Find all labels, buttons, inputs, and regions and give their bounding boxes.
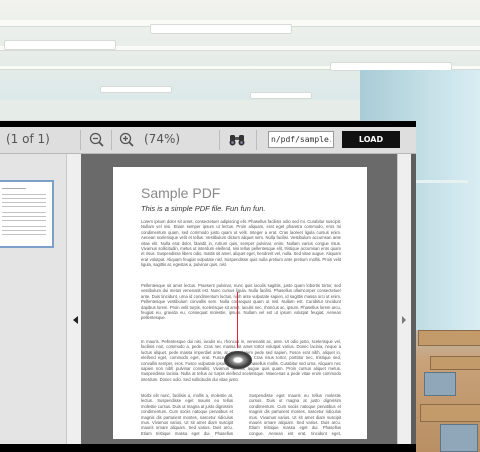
document-paragraph: Pellentesque sit amet lectus. Praesent p… <box>141 283 341 321</box>
sidebar-toggle[interactable] <box>66 154 82 444</box>
vr-controller-cursor <box>224 351 252 369</box>
document-pane[interactable]: Sample PDF This is a simple PDF file. Fu… <box>81 154 397 444</box>
thumb-text-line <box>2 234 46 235</box>
thumb-text-line <box>2 206 46 207</box>
thumb-text-line <box>2 216 46 217</box>
thumb-text-line <box>2 188 26 189</box>
thumb-text-line <box>2 194 46 195</box>
vr-pointer-laser <box>237 292 238 348</box>
chair <box>440 424 478 452</box>
document-column-right: Suspendisse eget mauris eu tellus molest… <box>249 393 341 437</box>
zoom-level: (74%) <box>144 132 181 146</box>
zoom-in-button[interactable] <box>117 130 137 150</box>
document-paragraph: Lorem ipsum dolor sit amet, consectetuer… <box>141 219 341 268</box>
thumb-text-line <box>2 202 46 203</box>
zoom-out-button[interactable] <box>87 130 107 150</box>
thumb-text-line <box>2 230 46 231</box>
binoculars-icon <box>229 135 245 146</box>
ceiling-light <box>250 92 312 99</box>
thumb-text-line <box>2 198 46 199</box>
toolbar-separator <box>219 130 220 150</box>
thumbnail-sidebar[interactable] <box>0 154 66 444</box>
page-thumbnail[interactable] <box>0 180 54 248</box>
zoom-in-icon <box>119 132 134 147</box>
viewer-content: Sample PDF This is a simple PDF file. Fu… <box>0 154 416 444</box>
ceiling-light <box>100 86 172 93</box>
document-title: Sample PDF <box>141 185 221 201</box>
thumb-text-line <box>2 212 46 213</box>
thumb-text-line <box>2 226 46 227</box>
viewer-bottom-frame <box>0 444 416 452</box>
zoom-out-icon <box>89 132 104 147</box>
desk <box>430 356 480 370</box>
desk <box>420 404 480 422</box>
right-scroll-bar[interactable] <box>397 154 411 444</box>
document-subtitle: This is a simple PDF file. Fun fun fun. <box>141 204 266 213</box>
chair <box>424 372 456 396</box>
thumb-text-line <box>2 220 46 221</box>
load-button[interactable]: LOAD <box>342 131 400 148</box>
toolbar-separator <box>256 130 257 150</box>
pdf-page: Sample PDF This is a simple PDF file. Fu… <box>113 167 367 439</box>
page-indicator: (1 of 1) <box>6 132 50 146</box>
document-column-left: Morbi elit nunc, facilisis a, mollis a, … <box>141 393 233 437</box>
viewer-toolbar: (1 of 1) (74%) n/pdf/sample.pdf LOAD <box>0 127 416 154</box>
expand-arrow-icon[interactable] <box>402 316 406 324</box>
ceiling-light <box>4 40 116 50</box>
pdf-viewer-window: (1 of 1) (74%) n/pdf/sample.pdf LOAD Sam… <box>0 121 416 452</box>
desk <box>418 330 480 346</box>
pdf-url-input[interactable] <box>268 131 334 148</box>
ceiling-light <box>150 24 292 34</box>
find-button[interactable] <box>227 130 247 150</box>
toolbar-separator <box>80 130 81 150</box>
toolbar-separator <box>111 130 112 150</box>
collapse-sidebar-arrow-icon[interactable] <box>73 316 78 324</box>
